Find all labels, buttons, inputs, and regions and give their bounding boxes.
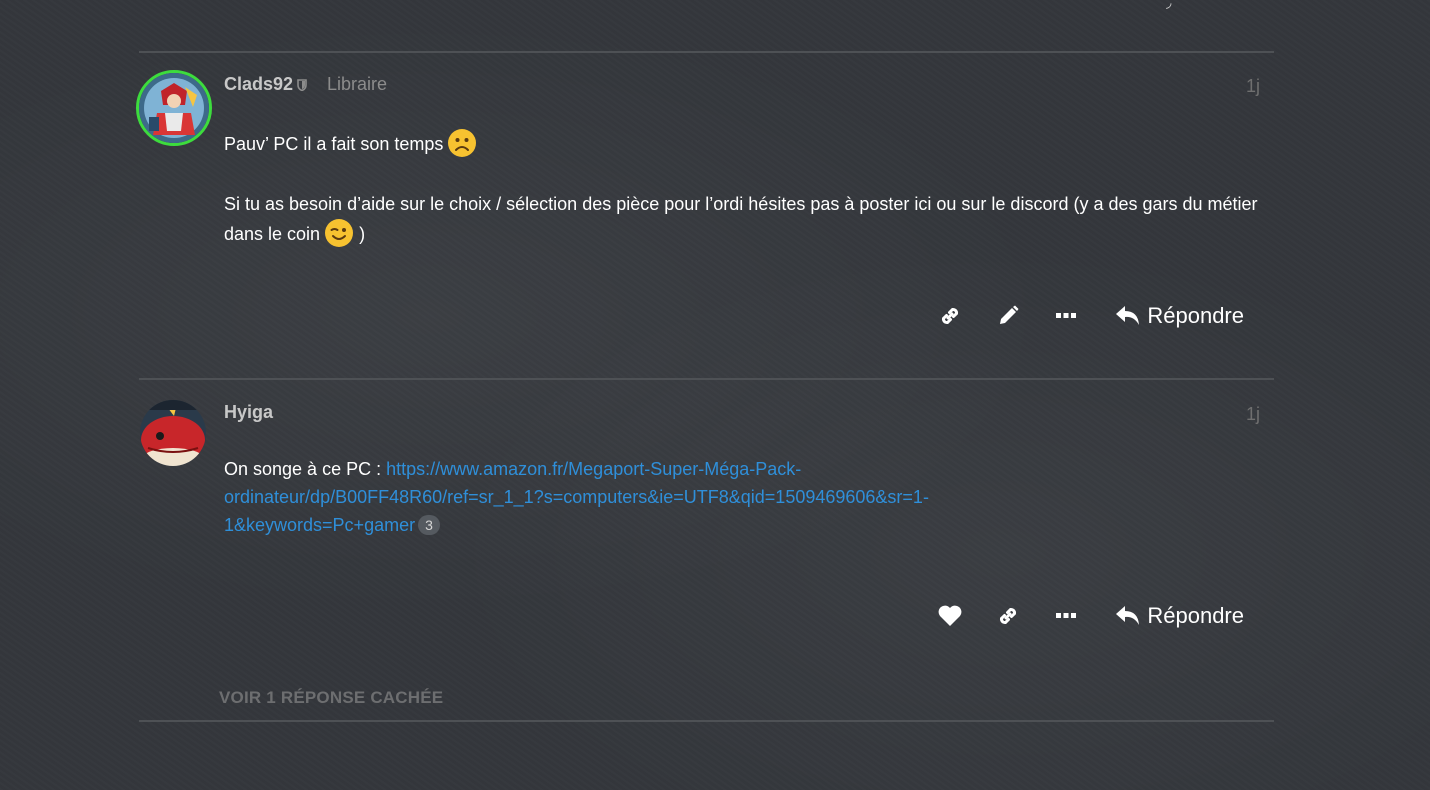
post-divider <box>139 378 1274 380</box>
reply-button[interactable]: Répondre <box>1115 598 1244 634</box>
link-click-count: 3 <box>418 515 440 535</box>
post-paragraph: Si tu as besoin d’aide sur le choix / sé… <box>224 194 1258 244</box>
post-clads92: Clads92 Libraire 1j Pauv’ PC il a fait s… <box>136 60 1276 360</box>
like-button[interactable] <box>921 598 979 634</box>
reply-label: Répondre <box>1147 303 1244 328</box>
copy-link-button[interactable] <box>921 298 979 334</box>
post-date[interactable]: 1j <box>1246 76 1260 97</box>
link-icon <box>942 307 959 325</box>
shield-icon <box>297 79 307 91</box>
partial-icon: ◞ <box>1166 0 1172 10</box>
post-text: On songe à ce PC : <box>224 459 382 479</box>
more-icon <box>1056 313 1077 318</box>
user-title: Libraire <box>327 74 388 94</box>
post-actions: Répondre <box>921 598 1244 634</box>
avatar[interactable] <box>136 70 212 146</box>
post-date[interactable]: 1j <box>1246 404 1260 425</box>
reply-icon <box>1116 606 1140 625</box>
copy-link-button[interactable] <box>979 598 1037 634</box>
post-divider <box>139 51 1274 53</box>
post-actions: Répondre <box>921 298 1244 334</box>
winking-face-icon <box>324 218 354 256</box>
username[interactable]: Hyiga <box>224 402 273 423</box>
post-body: On songe à ce PC : https://www.amazon.fr… <box>224 455 1084 539</box>
post-paragraph-end: ) <box>359 224 366 244</box>
reply-button[interactable]: Répondre <box>1115 298 1244 334</box>
more-button[interactable] <box>1037 298 1095 334</box>
post-paragraph: Pauv’ PC il a fait son temps <box>224 134 444 154</box>
username[interactable]: Clads92 <box>224 74 307 95</box>
reply-label: Répondre <box>1147 603 1244 628</box>
more-icon <box>1056 613 1077 618</box>
frowning-face-icon <box>447 128 477 166</box>
pencil-icon <box>1000 305 1019 324</box>
post-divider <box>139 720 1274 722</box>
show-hidden-replies-button[interactable]: VOIR 1 RÉPONSE CACHÉE <box>219 688 443 708</box>
username-label[interactable]: Clads92 <box>224 74 293 94</box>
link-icon <box>1000 607 1017 625</box>
post-hyiga: Hyiga 1j On songe à ce PC : https://www.… <box>136 388 1276 688</box>
more-button[interactable] <box>1037 598 1095 634</box>
post-body: Pauv’ PC il a fait son temps Si tu as be… <box>224 128 1264 280</box>
heart-icon <box>938 605 962 626</box>
edit-button[interactable] <box>979 298 1037 334</box>
reply-icon <box>1116 306 1140 325</box>
avatar[interactable] <box>140 400 206 466</box>
